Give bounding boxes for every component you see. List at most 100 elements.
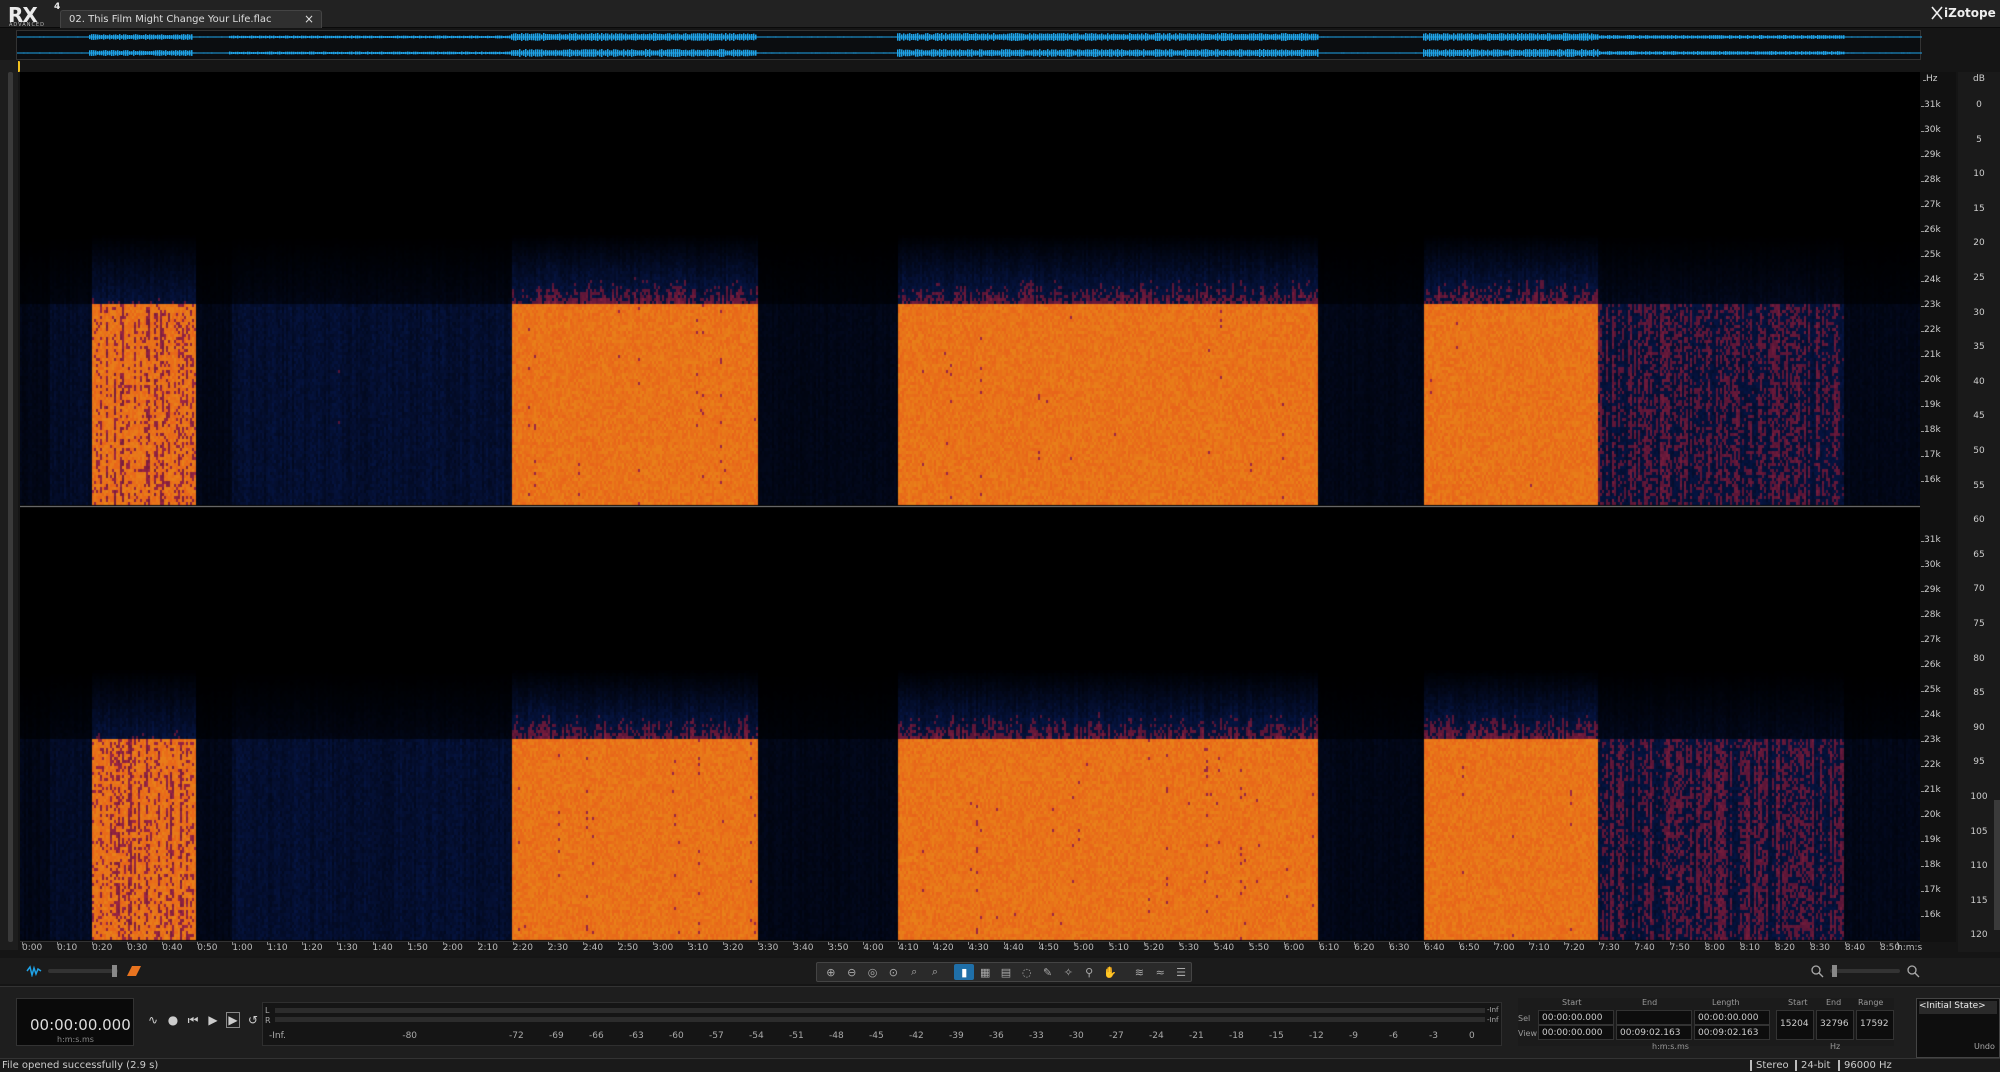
waveform-sample: [1775, 35, 1777, 39]
waveform-sample: [101, 50, 103, 56]
time-frequency-selection-icon[interactable]: ▦: [975, 964, 995, 980]
zoom-slider[interactable]: [1830, 965, 1900, 977]
waveform-sample: [1377, 52, 1379, 54]
waveform-sample: [103, 34, 105, 40]
waveform-sample: [1309, 49, 1311, 57]
waveform-sample: [131, 51, 133, 55]
record-button[interactable]: ●: [166, 1013, 180, 1027]
list-icon[interactable]: ☰: [1171, 964, 1191, 980]
zoom-out-icon[interactable]: [1810, 964, 1824, 978]
opacity-slider[interactable]: [48, 965, 118, 977]
waveform-sample: [1073, 50, 1075, 56]
waveform-sample: [975, 50, 977, 56]
view-end-field[interactable]: 00:09:02.163: [1616, 1025, 1692, 1040]
close-tab-icon[interactable]: ×: [304, 12, 314, 26]
zoom-fit-icon[interactable]: ◎: [863, 964, 883, 980]
history-item-initial-state[interactable]: <Initial State>: [1919, 1001, 1997, 1014]
waveform-sample: [53, 52, 55, 54]
time-tick: 0:20: [92, 942, 113, 953]
waveform-sample: [217, 36, 219, 38]
zoom-selection-icon[interactable]: ⊙: [883, 964, 903, 980]
waveform-sample: [1653, 35, 1655, 39]
monitor-button[interactable]: ∿: [146, 1013, 160, 1027]
loop-button[interactable]: ↺: [246, 1013, 260, 1027]
waveform-sample: [425, 51, 427, 55]
waveform-sample: [1895, 36, 1897, 38]
waveform-sample: [1361, 52, 1363, 54]
view-start-field[interactable]: 00:00:00.000: [1538, 1025, 1614, 1040]
waveform-overview[interactable]: [16, 30, 1923, 60]
waveform-sample: [1157, 33, 1159, 41]
zoom-frequency-icon[interactable]: ⌕: [925, 964, 945, 980]
waveform-sample: [1067, 33, 1069, 41]
waveform-sample: [1665, 35, 1667, 39]
play-button[interactable]: ▶: [206, 1013, 220, 1027]
waveform-sample: [919, 49, 921, 57]
db-scrollbar[interactable]: [1994, 800, 2000, 930]
freq-start-field[interactable]: 15204: [1776, 1010, 1814, 1040]
waveform-sample: [1407, 36, 1409, 38]
waveform-sample: [1747, 35, 1749, 39]
zoom-time-icon[interactable]: ⌕: [904, 964, 924, 980]
hand-icon[interactable]: ✋: [1100, 964, 1120, 980]
freq-range-field[interactable]: 17592: [1856, 1010, 1894, 1040]
harmonic-icon[interactable]: ≈: [1150, 964, 1170, 980]
play-selection-button[interactable]: ▶: [226, 1012, 240, 1028]
waveform-sample: [937, 50, 939, 56]
spectrogram-toggle-icon[interactable]: [126, 965, 142, 977]
waveform-sample: [93, 50, 95, 56]
waveform-sample: [439, 35, 441, 39]
waveform-toggle-icon[interactable]: [26, 965, 42, 977]
waveform-sample: [1551, 49, 1553, 57]
waveform-sample: [431, 36, 433, 38]
waveform-sample: [727, 34, 729, 40]
waveform-sample: [1261, 33, 1263, 41]
rewind-button[interactable]: ⏮: [186, 1013, 200, 1028]
waveform-sample: [363, 35, 365, 39]
zoom-in-icon[interactable]: [1906, 964, 1920, 978]
time-tick: 7:20: [1564, 942, 1585, 953]
opacity-slider-handle[interactable]: [112, 965, 117, 977]
lasso-icon[interactable]: ◌: [1017, 964, 1037, 980]
waveform-sample: [1127, 50, 1129, 56]
db-tick: 20: [1973, 238, 1985, 249]
sel-length-field[interactable]: 00:00:00.000: [1694, 1010, 1770, 1025]
waveform-sample: [303, 51, 305, 55]
waveform-sample: [573, 50, 575, 56]
waveform-sample: [649, 49, 651, 57]
view-length-field[interactable]: 00:09:02.163: [1694, 1025, 1770, 1040]
frequency-selection-icon[interactable]: ▤: [996, 964, 1016, 980]
zoom-slider-handle[interactable]: [1832, 965, 1837, 977]
zoom-in-icon[interactable]: ⊕: [821, 964, 841, 980]
waveform-sample: [959, 49, 961, 57]
waveform-sample: [419, 52, 421, 54]
status-channels: Stereo: [1750, 1060, 1789, 1071]
waveform-sample: [591, 33, 593, 41]
waveform-sample: [1213, 50, 1215, 56]
waveform-sample: [869, 36, 871, 38]
waveform-sample: [863, 52, 865, 54]
waveform-sample: [381, 51, 383, 55]
spectrogram[interactable]: [20, 72, 1920, 942]
brush-icon[interactable]: ✎: [1038, 964, 1058, 980]
waveform-sample: [675, 49, 677, 57]
spectrum-icon[interactable]: ≋: [1129, 964, 1149, 980]
time-selection-icon[interactable]: ▮: [954, 964, 975, 980]
waveform-sample: [517, 50, 519, 56]
waveform-sample: [389, 36, 391, 38]
izotope-logo-icon: [1931, 6, 1943, 20]
waveform-sample: [301, 51, 303, 55]
sel-end-field[interactable]: [1616, 1010, 1692, 1025]
magnifier-icon[interactable]: ⚲: [1079, 964, 1099, 980]
undo-label[interactable]: Undo: [1974, 1042, 1995, 1051]
waveform-sample: [733, 49, 735, 57]
waveform-sample: [219, 52, 221, 54]
freq-end-field[interactable]: 32796: [1816, 1010, 1854, 1040]
zoom-out-icon[interactable]: ⊖: [842, 964, 862, 980]
file-tab[interactable]: 02. This Film Might Change Your Life.fla…: [60, 10, 322, 28]
status-bar: File opened successfully (2.9 s) Stereo …: [0, 1058, 2000, 1072]
vertical-scrollbar[interactable]: [8, 72, 13, 942]
waveform-sample: [1091, 49, 1093, 57]
sel-start-field[interactable]: 00:00:00.000: [1538, 1010, 1614, 1025]
magic-wand-icon[interactable]: ✧: [1058, 964, 1078, 980]
